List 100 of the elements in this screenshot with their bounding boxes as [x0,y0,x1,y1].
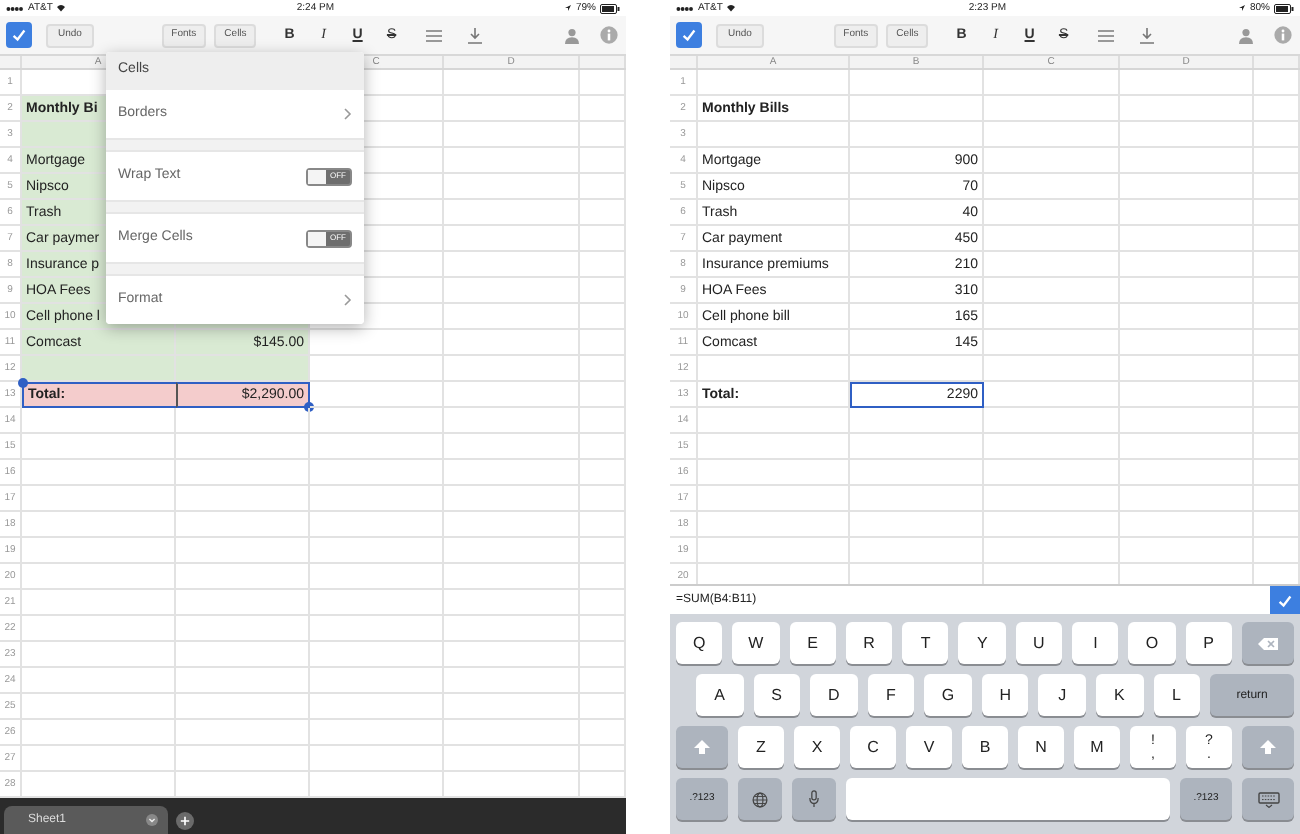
selection-handle[interactable] [304,402,314,412]
key[interactable]: O [1128,622,1176,664]
table-cell [444,148,580,174]
table-cell [444,486,580,512]
check-icon [680,26,698,44]
table-cell [850,96,984,122]
table-cell [444,642,580,668]
key[interactable]: D [810,674,858,716]
table-cell [310,330,444,356]
table-cell [176,616,310,642]
table-cell [176,694,310,720]
key[interactable]: L [1153,674,1201,716]
key[interactable]: P [1185,622,1232,664]
key[interactable]: E [789,622,836,664]
table-cell [1120,382,1254,408]
table-cell [1254,252,1300,278]
table-cell [310,356,444,382]
table-cell [850,434,984,460]
table-cell [1120,174,1254,200]
table-cell [1120,226,1254,252]
table-cell [984,252,1120,278]
key[interactable]: V [906,726,952,768]
add-sheet-button[interactable] [176,812,194,830]
lines-icon [425,29,442,41]
signal-icon [676,5,694,11]
table-cell [444,96,580,122]
table-cell [1254,330,1300,356]
table-cell [310,616,444,642]
battery-icon [600,3,620,13]
key[interactable]: T [902,622,949,664]
share-button[interactable] [560,23,584,47]
table-cell [1254,512,1300,538]
arrow-down-to-line-icon [1140,27,1155,43]
table-cell [850,408,984,434]
key[interactable]: B [962,726,1008,768]
table-cell [444,278,580,304]
table-cell [444,746,580,772]
key[interactable]: W [732,622,780,664]
table-cell [1254,96,1300,122]
key[interactable]: X [794,726,840,768]
table-cell [1120,148,1254,174]
table-cell [1254,200,1300,226]
selection-handle[interactable] [18,378,28,388]
key[interactable]: U [1015,622,1063,664]
shift-key[interactable] [676,726,728,768]
hide-keyboard-key[interactable] [1242,778,1294,820]
globe-key[interactable] [738,778,782,820]
plus-icon [180,816,190,826]
table-cell [1120,200,1254,226]
key[interactable]: Z [738,726,784,768]
table-cell [310,408,444,434]
key[interactable]: Y [958,622,1006,664]
table-cell [1254,434,1300,460]
table-cell [1120,538,1254,564]
battery-icon [1274,3,1294,13]
confirm-button[interactable] [6,22,32,48]
table-cell [1120,486,1254,512]
confirm-button[interactable] [676,22,702,48]
key[interactable]: Q [676,622,723,664]
shift-key[interactable] [1242,726,1294,768]
table-cell [176,746,310,772]
key[interactable]: K [1095,674,1143,716]
table-cell [1120,122,1254,148]
table-cell [984,434,1120,460]
table-cell [850,122,984,148]
key[interactable]: N [1018,726,1064,768]
table-cell [984,278,1120,304]
shift-arrow-icon [1260,740,1276,754]
key[interactable]: S [753,674,801,716]
table-cell [984,408,1120,434]
key[interactable]: C [850,726,896,768]
confirm-button[interactable] [1270,585,1300,615]
key[interactable]: R [845,622,893,664]
check-icon [1276,591,1294,609]
table-cell [1254,538,1300,564]
key[interactable]: I [1072,622,1119,664]
table-cell [444,616,580,642]
table-cell [444,382,580,408]
key[interactable]: J [1038,674,1086,716]
key[interactable]: G [924,674,972,716]
table-cell [984,96,1120,122]
table-cell [444,434,580,460]
backspace-key[interactable] [1241,622,1294,664]
check-icon [10,26,28,44]
key[interactable]: A [696,674,744,716]
table-cell [1254,226,1300,252]
table-cell [176,434,310,460]
info-button[interactable] [1270,23,1294,47]
shift-arrow-icon [694,740,710,754]
table-cell [444,200,580,226]
key[interactable]: M [1074,726,1120,768]
table-cell [444,538,580,564]
table-cell [1120,252,1254,278]
backspace-icon [1257,637,1278,649]
share-button[interactable] [1234,23,1258,47]
key[interactable]: H [981,674,1029,716]
table-cell [984,200,1120,226]
key[interactable]: F [867,674,915,716]
info-button[interactable] [596,23,620,47]
microphone-key[interactable] [792,778,836,820]
